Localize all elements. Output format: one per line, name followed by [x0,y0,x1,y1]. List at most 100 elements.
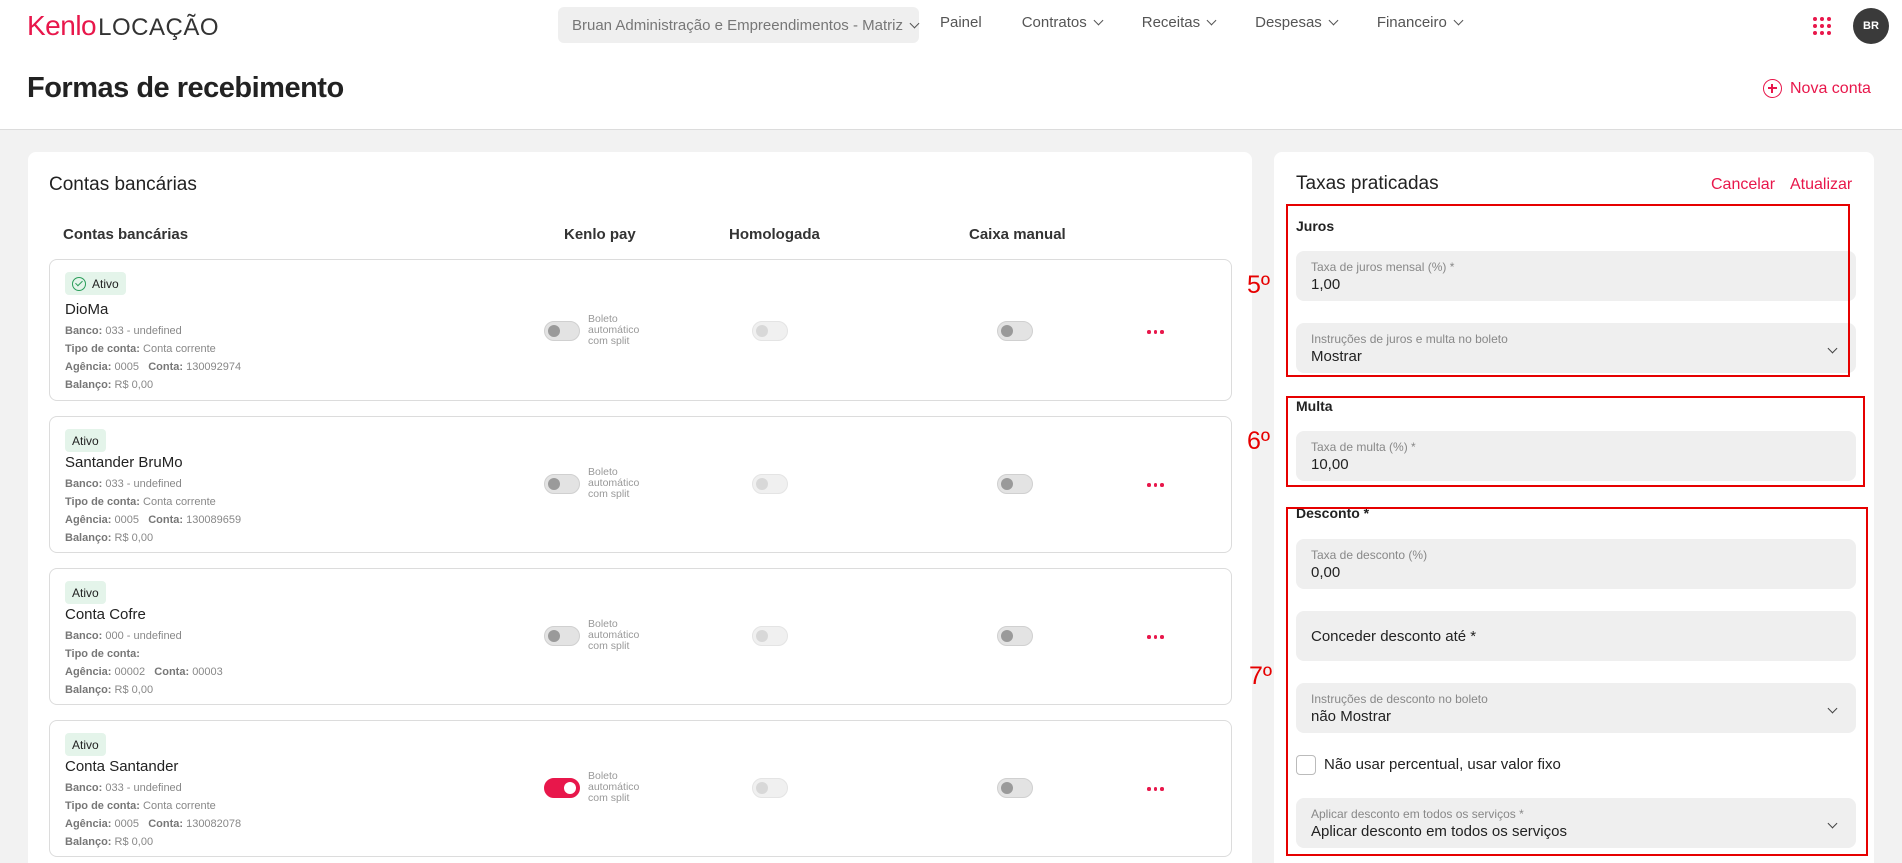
column-header-caixa-manual: Caixa manual [969,226,1066,243]
detail-label: Agência: [65,818,112,830]
step-label-7: 7º [1249,662,1273,690]
detail-value: Conta corrente [143,496,216,508]
detail-label: Tipo de conta: [65,343,140,355]
update-button[interactable]: Atualizar [1790,176,1852,194]
kenlo-pay-toggle[interactable] [544,778,580,798]
account-type-detail: Tipo de conta: Conta corrente [65,343,216,355]
bank-detail: Banco: 033 - undefined [65,325,182,337]
caixa-manual-toggle[interactable] [997,778,1033,798]
kenlo-pay-toggle[interactable] [544,321,580,341]
main-nav: Painel Contratos Receitas Despesas Finan… [940,14,1502,31]
account-name: Conta Santander [65,758,179,775]
account-card: Ativo Conta Cofre Banco: 000 - undefined… [49,568,1232,705]
detail-label: Conta: [148,818,184,830]
agency-detail: Agência: 0005 Conta: 130082078 [65,818,241,830]
detail-label: Banco: [65,325,103,337]
nav-label: Despesas [1255,14,1322,31]
nav-item-despesas[interactable]: Despesas [1255,14,1339,31]
chevron-down-icon [1093,15,1104,26]
account-type-detail: Tipo de conta: Conta corrente [65,800,216,812]
detail-label: Banco: [65,782,103,794]
bank-accounts-panel: Contas bancárias Contas bancárias Kenlo … [28,152,1252,863]
kenlo-pay-toggle[interactable] [544,474,580,494]
chevron-down-icon [1206,15,1217,26]
status-badge: Ativo [65,429,106,452]
detail-label: Agência: [65,514,112,526]
homologada-toggle [752,778,788,798]
step-label-5: 5º [1247,271,1271,299]
detail-label: Conta: [148,514,184,526]
account-card: Ativo Conta Santander Banco: 033 - undef… [49,720,1232,857]
detail-value: 033 - undefined [105,325,182,337]
detail-value: Conta corrente [143,343,216,355]
check-circle-icon [72,276,86,291]
nav-label: Receitas [1141,14,1201,31]
company-selector[interactable]: Bruan Administração e Empreendimentos - … [558,7,920,43]
detail-value: Conta corrente [143,800,216,812]
nav-item-receitas[interactable]: Receitas [1141,14,1217,31]
nav-label: Financeiro [1376,14,1447,31]
account-card: Ativo DioMa Banco: 033 - undefined Tipo … [49,259,1232,401]
balance-detail: Balanço: R$ 0,00 [65,532,153,544]
nav-item-contratos[interactable]: Contratos [1022,14,1104,31]
plus-circle-icon [1763,79,1782,98]
kenlo-pay-toggle[interactable] [544,626,580,646]
balance-detail: Balanço: R$ 0,00 [65,379,153,391]
toggle-label: Boleto automático com split [588,466,640,500]
detail-label: Agência: [65,361,112,373]
detail-value: 033 - undefined [105,782,182,794]
more-options-icon[interactable] [1147,483,1164,487]
new-account-button[interactable]: Nova conta [1763,79,1871,98]
detail-value: 000 - undefined [105,630,182,642]
kenlo-logo[interactable]: Kenlo LOCAÇÃO [27,10,219,42]
logo-suffix: LOCAÇÃO [98,14,219,41]
balance-detail: Balanço: R$ 0,00 [65,836,153,848]
highlight-box-multa [1286,396,1865,487]
more-options-icon[interactable] [1147,330,1164,334]
status-label: Ativo [92,276,119,291]
more-options-icon[interactable] [1147,787,1164,791]
detail-label: Balanço: [65,532,112,544]
caixa-manual-toggle[interactable] [997,626,1033,646]
rates-panel-title: Taxas praticadas [1296,173,1439,194]
column-header-accounts: Contas bancárias [63,226,189,243]
chevron-down-icon [1328,15,1339,26]
detail-label: Banco: [65,478,103,490]
avatar[interactable]: BR [1853,8,1889,44]
bank-detail: Banco: 000 - undefined [65,630,182,642]
detail-value: 130092974 [186,361,242,373]
top-header: Kenlo LOCAÇÃO Bruan Administração e Empr… [0,0,1902,130]
account-type-detail: Tipo de conta: [65,648,140,660]
detail-label: Balanço: [65,684,112,696]
detail-value: 0005 [114,361,140,373]
caixa-manual-toggle[interactable] [997,321,1033,341]
bank-detail: Banco: 033 - undefined [65,782,182,794]
status-label: Ativo [72,737,99,752]
nav-item-painel[interactable]: Painel [940,14,982,31]
account-name: Conta Cofre [65,606,146,623]
account-type-detail: Tipo de conta: Conta corrente [65,496,216,508]
homologada-toggle [752,474,788,494]
caixa-manual-toggle[interactable] [997,474,1033,494]
bank-detail: Banco: 033 - undefined [65,478,182,490]
homologada-toggle [752,321,788,341]
detail-value: 0005 [114,818,140,830]
status-badge: Ativo [65,733,106,756]
nav-item-financeiro[interactable]: Financeiro [1376,14,1464,31]
status-badge: Ativo [65,272,126,295]
status-badge: Ativo [65,581,106,604]
highlight-box-desconto [1286,507,1868,856]
detail-value: 033 - undefined [105,478,182,490]
column-header-kenlo-pay: Kenlo pay [564,226,636,243]
more-options-icon[interactable] [1147,635,1164,639]
column-header-homologada: Homologada [729,226,820,243]
panel-title: Contas bancárias [49,174,197,195]
agency-detail: Agência: 00002 Conta: 00003 [65,666,223,678]
apps-grid-icon[interactable] [1813,17,1831,35]
detail-value: 00003 [192,666,223,678]
cancel-button[interactable]: Cancelar [1711,176,1775,194]
homologada-toggle [752,626,788,646]
detail-value: R$ 0,00 [114,836,154,848]
logo-brand: Kenlo [27,10,97,41]
new-account-label: Nova conta [1790,79,1871,97]
